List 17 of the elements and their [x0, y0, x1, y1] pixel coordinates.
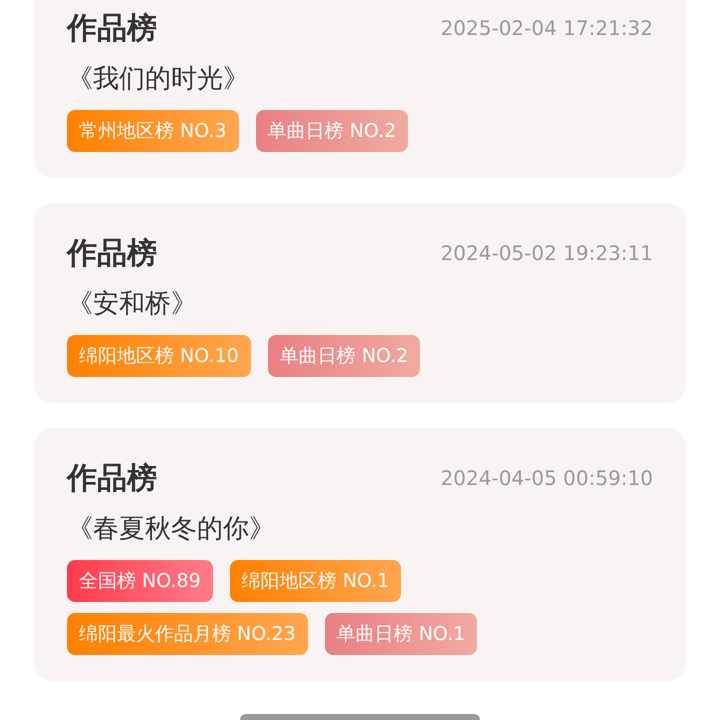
- song-title: 《我们的时光》: [67, 63, 250, 96]
- rank-tag: 绵阳地区榜 NO.10: [67, 335, 251, 377]
- song-title: 《春夏秋冬的你》: [67, 513, 276, 546]
- timestamp: 2024-04-05 00:59:10: [440, 466, 653, 490]
- card-title: 作品榜: [67, 234, 157, 272]
- rank-tag: 绵阳最火作品月榜 NO.23: [67, 613, 308, 655]
- rank-tag: 绵阳地区榜 NO.1: [230, 560, 402, 602]
- rank-tag: 单曲日榜 NO.2: [268, 335, 420, 377]
- rank-tag: 常州地区榜 NO.3: [67, 110, 239, 152]
- rank-tag: 全国榜 NO.89: [67, 560, 213, 602]
- rank-tag: 单曲日榜 NO.1: [324, 613, 478, 655]
- timestamp: 2024-05-02 19:23:11: [440, 241, 653, 265]
- card-title: 作品榜: [67, 460, 157, 498]
- timestamp: 2025-02-04 17:21:32: [440, 16, 653, 40]
- song-title: 《安和桥》: [67, 288, 198, 321]
- rank-tag: 单曲日榜 NO.2: [256, 110, 408, 152]
- card-title: 作品榜: [67, 10, 157, 48]
